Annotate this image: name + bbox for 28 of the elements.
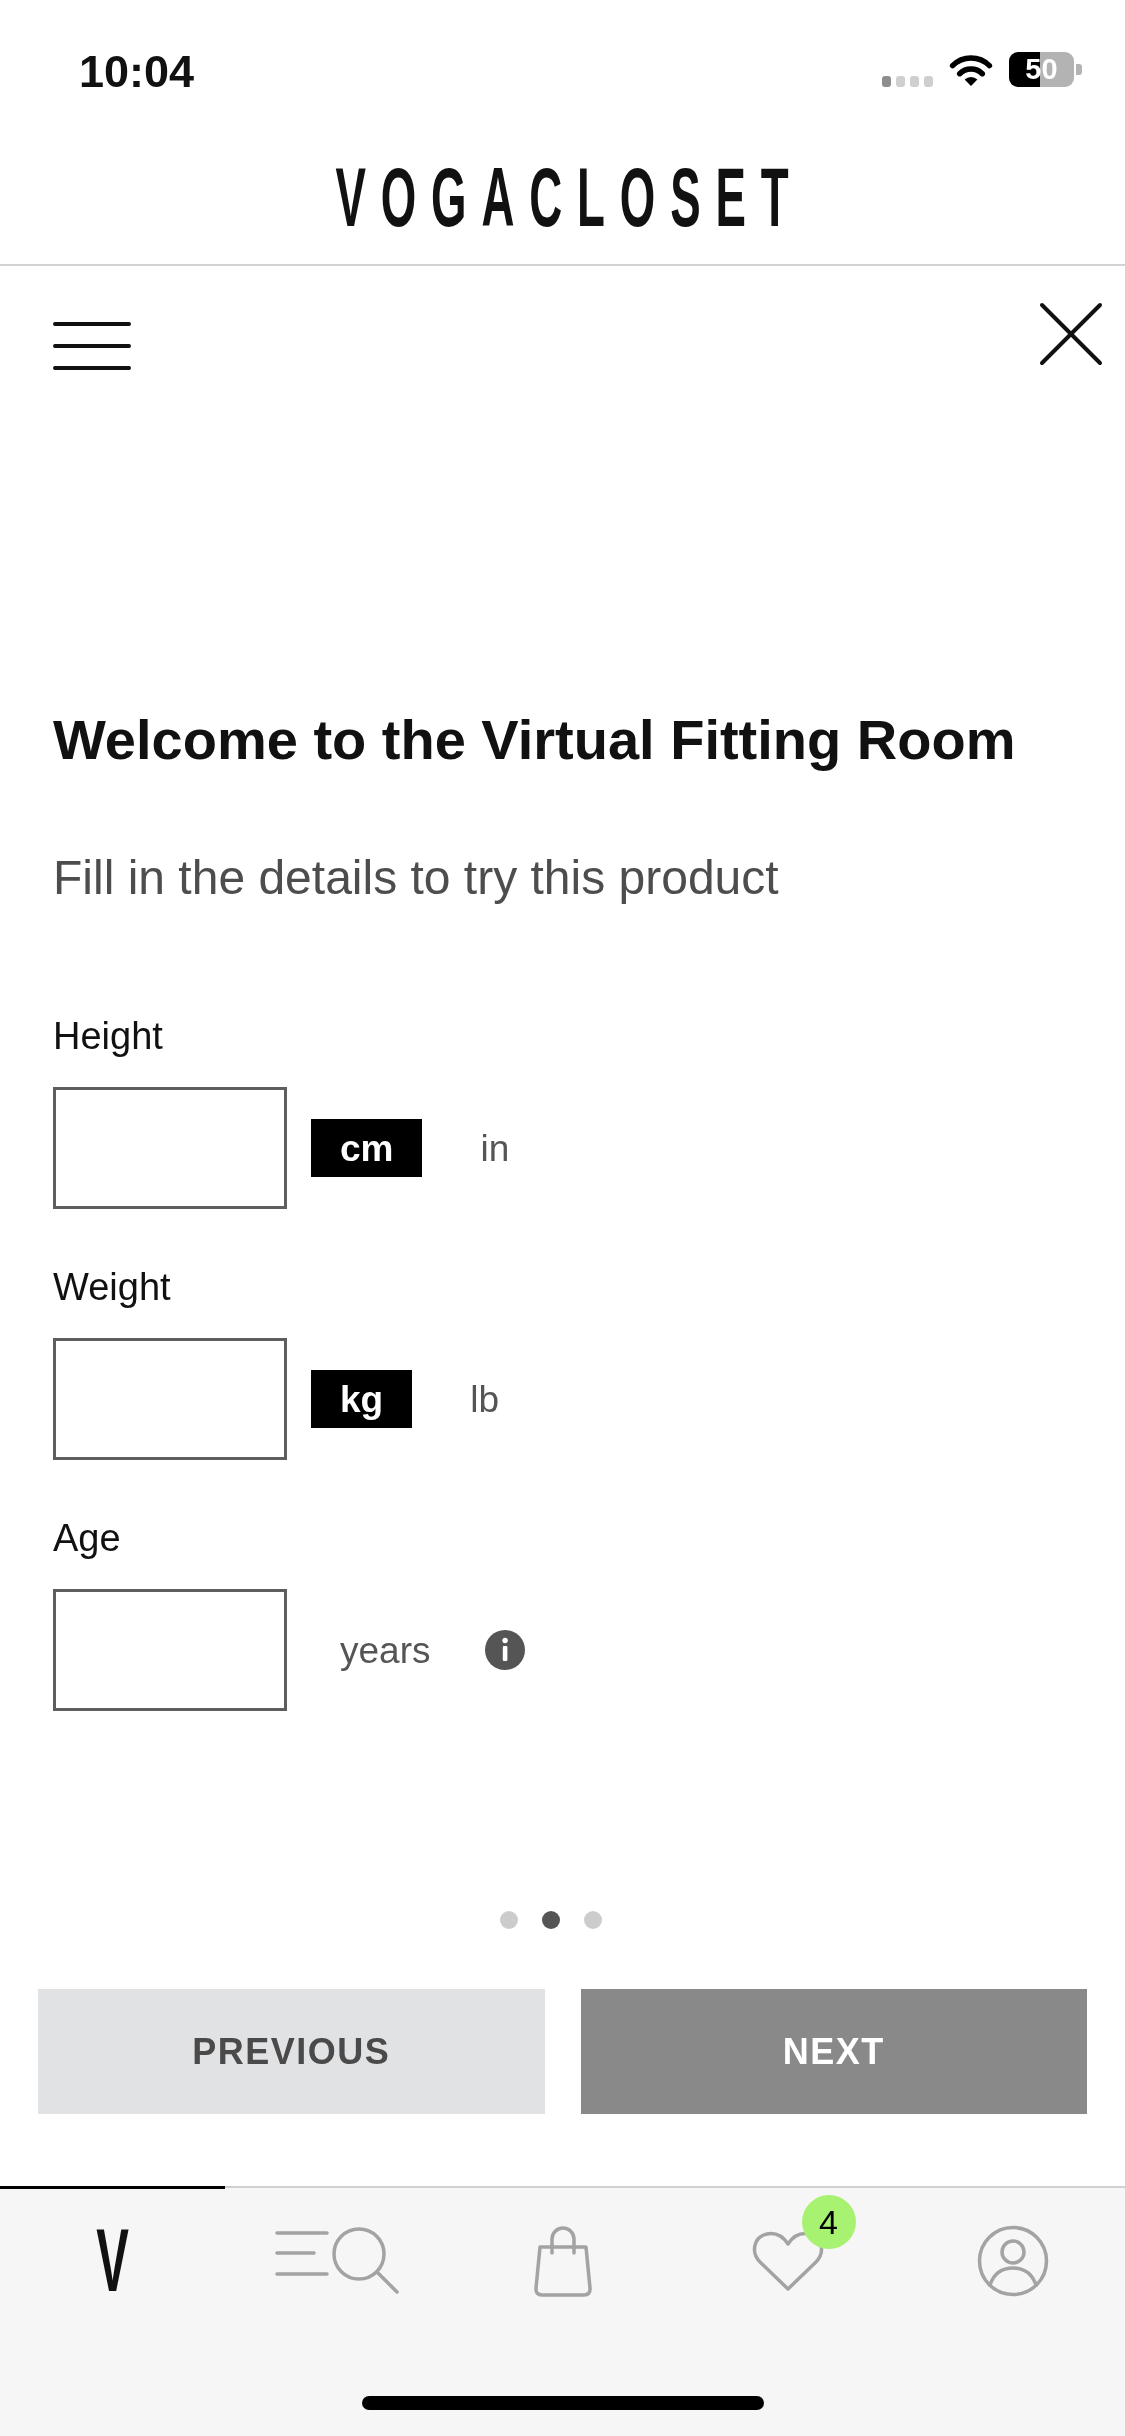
input-field[interactable] [53,1589,287,1711]
wifi-icon [948,54,994,87]
brand-logo: VOGACLOSET [334,155,804,239]
shopping-bag-icon [532,2224,593,2297]
user-icon [976,2224,1049,2297]
signal-icon [882,76,933,87]
count-badge: 4 [801,2194,856,2249]
status-time: 10:04 [79,49,195,94]
input-field[interactable] [53,1087,287,1209]
search-icon [274,2224,401,2297]
home-tab[interactable]: V [0,2186,225,2332]
field-label: Height [53,1014,163,1059]
close-icon[interactable] [1039,302,1103,366]
unit-option[interactable]: kg [311,1370,413,1428]
info-icon[interactable] [485,1630,526,1670]
page-title: Welcome to the Virtual Fitting Room [53,707,1016,773]
previous-button[interactable]: PREVIOUS [38,1989,545,2114]
unit-option[interactable]: lb [441,1370,528,1428]
unit-text: years [340,1631,431,1669]
unit-option[interactable]: in [451,1119,539,1177]
unit-option[interactable]: cm [311,1119,423,1177]
input-field[interactable] [53,1338,287,1460]
page-subtitle: Fill in the details to try this product [53,850,779,906]
menu-icon[interactable] [53,321,131,371]
wishlist-tab[interactable]: 4 [675,2186,900,2332]
field-label: Age [53,1516,121,1561]
next-button[interactable]: NEXT [580,1989,1087,2114]
field-label: Weight [53,1265,171,1310]
